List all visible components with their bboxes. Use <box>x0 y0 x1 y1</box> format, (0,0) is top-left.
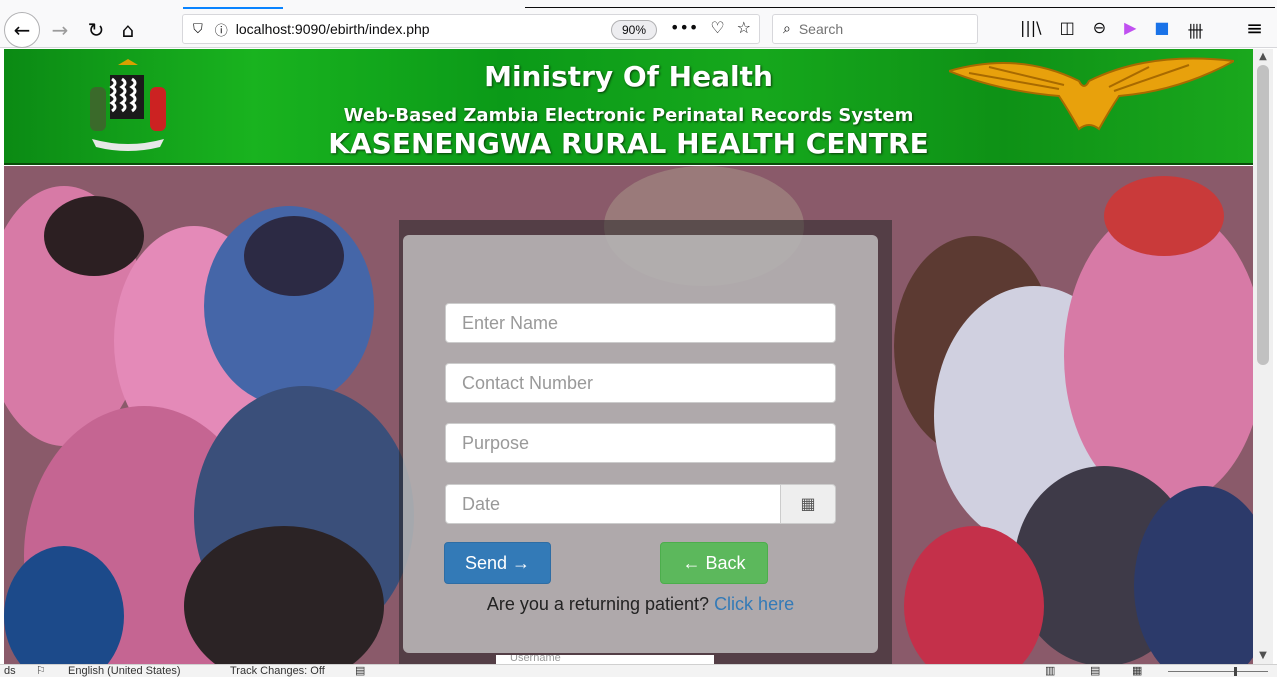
search-input[interactable]: ⌕ Search <box>772 14 978 44</box>
scroll-up-icon[interactable]: ▲ <box>1253 51 1273 65</box>
account-icon[interactable]: ⊖ <box>1093 18 1106 42</box>
shield-icon: ⛉ <box>193 21 203 37</box>
search-icon: ⌕ <box>783 21 791 37</box>
more-actions-icon[interactable]: ••• <box>670 18 698 37</box>
back-button[interactable]: ← Back <box>660 542 768 584</box>
forward-arrow-icon[interactable]: → <box>44 14 76 46</box>
print-layout-icon[interactable]: ▤ <box>1090 665 1100 677</box>
web-layout-icon[interactable]: ▦ <box>1132 665 1142 677</box>
returning-patient-prompt: Are you a returning patient? Click here <box>403 594 878 615</box>
hamburger-menu-icon[interactable]: ≡ <box>1246 16 1263 40</box>
extension-icon[interactable]: ■ <box>1154 18 1169 42</box>
media-play-icon[interactable]: ▶ <box>1124 18 1136 42</box>
tally-icon[interactable]: 卌 <box>1188 18 1204 42</box>
pocket-icon[interactable]: ♡ <box>710 18 724 37</box>
home-icon[interactable]: ⌂ <box>112 14 144 46</box>
name-input[interactable]: Enter Name <box>445 303 836 343</box>
vertical-scrollbar[interactable]: ▲ ▼ <box>1253 49 1273 664</box>
proofing-icon[interactable]: ⚐ <box>36 665 46 677</box>
search-placeholder: Search <box>798 21 844 37</box>
url-bar[interactable]: ⛉ ⓘ localhost:9090/ebirth/index.php 90% … <box>182 14 760 44</box>
read-mode-icon[interactable]: ▥ <box>1045 665 1055 677</box>
tab-line <box>525 7 1275 8</box>
language-status[interactable]: English (United States) <box>68 665 181 677</box>
status-bar: ds ⚐ English (United States) Track Chang… <box>0 664 1277 677</box>
tab-indicator <box>183 7 283 9</box>
click-here-link[interactable]: Click here <box>714 594 794 614</box>
username-input[interactable]: Username <box>496 655 714 664</box>
url-text: localhost:9090/ebirth/index.php <box>235 21 430 37</box>
contact-number-input[interactable]: Contact Number <box>445 363 836 403</box>
facility-name: KASENENGWA RURAL HEALTH CENTRE <box>328 127 929 160</box>
date-picker: Date ▦ <box>445 484 836 524</box>
scroll-down-icon[interactable]: ▼ <box>1253 650 1273 664</box>
status-left-text: ds <box>4 665 16 677</box>
calendar-icon[interactable]: ▦ <box>780 484 836 524</box>
back-arrow-icon[interactable]: ← <box>4 12 40 48</box>
eagle-icon <box>949 57 1234 131</box>
track-changes-status[interactable]: Track Changes: Off <box>230 665 325 677</box>
zoom-slider-knob[interactable] <box>1234 667 1237 676</box>
scroll-thumb[interactable] <box>1257 65 1269 365</box>
header-banner: Ministry Of Health Web-Based Zambia Elec… <box>4 49 1253 165</box>
zoom-badge[interactable]: 90% <box>611 20 658 40</box>
info-icon[interactable]: ⓘ <box>215 20 228 39</box>
zoom-slider[interactable] <box>1168 671 1268 672</box>
reload-icon[interactable]: ↻ <box>80 14 112 46</box>
bookmark-star-icon[interactable]: ☆ <box>737 18 751 37</box>
purpose-input[interactable]: Purpose <box>445 423 836 463</box>
sidebar-icon[interactable]: ◫ <box>1060 18 1075 42</box>
returning-patient-text: Are you a returning patient? <box>486 594 710 614</box>
date-input[interactable]: Date <box>445 484 781 524</box>
browser-toolbar: ← → ↻ ⌂ ⛉ ⓘ localhost:9090/ebirth/index.… <box>0 0 1277 48</box>
send-button[interactable]: Send → <box>444 542 551 584</box>
visitor-form: Enter Name Contact Number Purpose Date ▦… <box>403 235 878 653</box>
macro-icon[interactable]: ▤ <box>355 665 365 677</box>
library-icon[interactable]: |||\ <box>1020 18 1042 42</box>
